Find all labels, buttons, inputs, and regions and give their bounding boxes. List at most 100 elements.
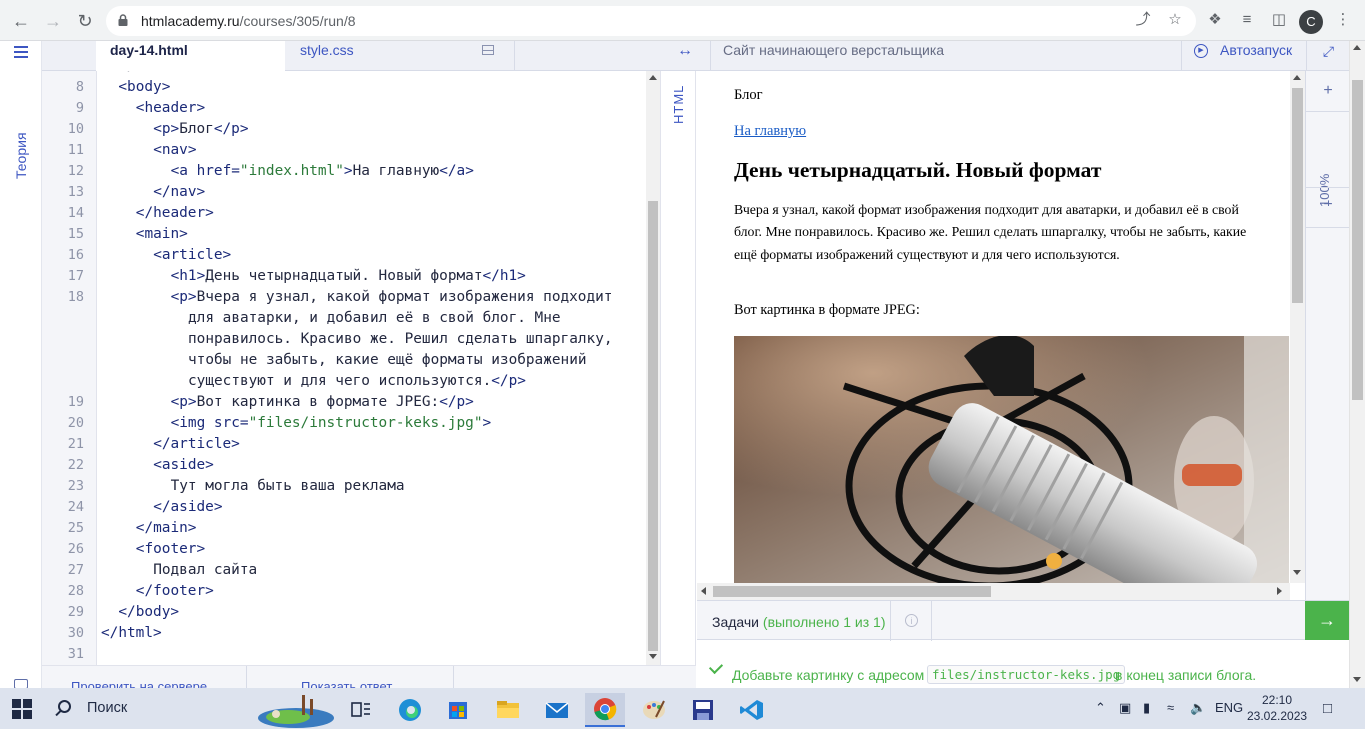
preview-horizontal-scrollbar[interactable] [697, 583, 1290, 600]
show-answer-button[interactable]: Показать ответ [247, 666, 454, 694]
code-line: <h1>День четырнадцатый. Новый формат</h1… [170, 268, 526, 284]
camera-icon[interactable]: ▣ [1119, 700, 1131, 716]
editor-scrollbar[interactable] [646, 71, 660, 665]
language-indicator[interactable]: ENG [1215, 700, 1243, 715]
code-line: чтобы не забыть, какие ещё форматы изобр… [188, 352, 587, 368]
next-arrow-button[interactable]: → [1305, 601, 1349, 640]
search-highlight-illustration [258, 695, 334, 728]
line-number: 25 [67, 520, 84, 536]
notification-icon[interactable]: □ [1323, 700, 1332, 717]
tray-chevron-icon[interactable]: ⌃ [1095, 700, 1106, 716]
line-number: 16 [67, 247, 84, 263]
windows-start-icon[interactable] [12, 699, 32, 719]
more-menu-icon[interactable]: ⋮ [1334, 11, 1352, 29]
volume-icon[interactable]: 🔈 [1190, 700, 1206, 716]
lock-icon [118, 14, 128, 26]
taskbar-search[interactable]: Поиск [48, 688, 248, 729]
preview-frame: Блог На главную День четырнадцатый. Новы… [697, 71, 1290, 583]
file-explorer-icon[interactable] [488, 693, 528, 727]
resize-handle-icon[interactable]: ↔ [660, 41, 710, 71]
preview-vertical-scrollbar[interactable] [1290, 71, 1305, 583]
code-line: </html> [101, 625, 162, 641]
autorun-label: Автозапуск [1220, 42, 1293, 58]
share-icon[interactable]: ⤴ [1134, 11, 1152, 29]
extensions-puzzle-icon[interactable]: ❖ [1206, 11, 1224, 29]
line-number: 19 [67, 394, 84, 410]
line-number: 21 [67, 436, 84, 452]
zoom-in-button[interactable]: + [1306, 71, 1350, 111]
code-line: <nav> [153, 142, 197, 158]
preview-blog-text: Блог [734, 87, 763, 103]
side-panel-icon[interactable]: ◫ [1270, 11, 1288, 29]
scroll-right-arrow-icon[interactable] [1277, 587, 1282, 595]
line-number: 13 [67, 184, 84, 200]
paint-palette-icon[interactable] [634, 693, 674, 727]
os-taskbar: Поиск ⌃ ▣ ▮ ≈ 🔈 ENG 22:10 23.02.2023 □ [0, 688, 1365, 729]
back-arrow-icon[interactable]: ← [8, 8, 34, 34]
code-line: </aside> [153, 499, 223, 515]
mail-icon[interactable] [537, 693, 577, 727]
edge-browser-icon[interactable] [390, 693, 430, 727]
task-view-icon[interactable] [340, 693, 380, 727]
code-editor[interactable]: </head><body><header><p>Блог</p><nav><a … [96, 71, 646, 665]
microsoft-store-icon[interactable] [438, 693, 478, 727]
scroll-down-arrow-icon[interactable] [649, 654, 657, 659]
line-number: 31 [67, 646, 84, 662]
tasks-label: Задачи (выполнено 1 из 1) [712, 614, 885, 630]
scrollbar-thumb[interactable] [1292, 88, 1303, 303]
tab-day-14-html[interactable]: day-14.html [96, 41, 285, 71]
wifi-icon[interactable]: ≈ [1167, 700, 1174, 715]
forward-arrow-icon[interactable]: → [40, 8, 66, 34]
scroll-down-arrow-icon[interactable] [1293, 570, 1301, 575]
save-disk-icon[interactable] [683, 693, 723, 727]
scroll-up-arrow-icon[interactable] [1293, 75, 1301, 80]
scroll-down-arrow-icon[interactable] [1353, 677, 1361, 682]
info-button[interactable]: i [890, 601, 932, 641]
browser-toolbar: ← → ↻ htmlacademy.ru/courses/305/run/8 ⤴… [0, 0, 1365, 41]
split-view-icon[interactable] [482, 45, 494, 55]
preview-home-link[interactable]: На главную [734, 123, 806, 140]
tasks-bar[interactable]: Задачи (выполнено 1 из 1) i [697, 600, 1349, 641]
search-label: Поиск [87, 700, 128, 716]
code-line: <img src="files/instructor-keks.jpg"> [170, 415, 492, 431]
line-number: 18 [67, 289, 84, 305]
line-number-gutter: 8 9 10 11 12 13 14 15 16 17 18 19 20 21 22 23 24 25 26 27 28… [42, 71, 96, 665]
panel-divider[interactable]: HTML [660, 71, 696, 665]
reload-icon[interactable]: ↻ [72, 8, 98, 34]
autorun-icon: ▶ [1194, 44, 1208, 58]
address-bar[interactable]: htmlacademy.ru/courses/305/run/8 [106, 6, 1196, 36]
scrollbar-thumb[interactable] [1352, 80, 1363, 400]
page-scrollbar[interactable] [1349, 41, 1365, 688]
scroll-up-arrow-icon[interactable] [649, 75, 657, 80]
scrollbar-thumb[interactable] [713, 586, 991, 597]
scrollbar-thumb[interactable] [648, 201, 658, 651]
code-line: Подвал сайта [153, 562, 258, 578]
battery-icon[interactable]: ▮ [1143, 700, 1150, 716]
scroll-left-arrow-icon[interactable] [701, 587, 706, 595]
menu-icon[interactable] [14, 46, 28, 58]
code-line: <aside> [153, 457, 214, 473]
tab-style-css[interactable]: style.css [285, 41, 515, 71]
scroll-up-arrow-icon[interactable] [1353, 45, 1361, 50]
preview-title: Сайт начинающего верстальщика [723, 42, 945, 58]
system-clock[interactable]: 22:10 23.02.2023 [1247, 692, 1307, 724]
zoom-out-button[interactable]: − [1306, 185, 1350, 225]
line-number: 28 [67, 583, 84, 599]
zoom-level-display: 100% [1306, 112, 1350, 207]
check-icon [708, 659, 724, 675]
expand-icon[interactable]: ⤢ [1306, 41, 1350, 71]
task-item: Добавьте картинку с адресом files/instru… [697, 659, 1349, 688]
profile-avatar[interactable]: C [1299, 10, 1323, 34]
line-number: 11 [67, 142, 84, 158]
check-on-server-button[interactable]: Проверить на сервере [42, 666, 247, 694]
chrome-browser-icon[interactable] [585, 693, 625, 727]
line-number: 20 [67, 415, 84, 431]
tasks-title: Задачи [712, 614, 760, 630]
vscode-icon[interactable] [732, 693, 772, 727]
code-line: <header> [135, 100, 206, 116]
bookmark-star-icon[interactable]: ☆ [1166, 11, 1184, 29]
autorun-toggle[interactable]: ▶ Автозапуск [1181, 41, 1306, 71]
code-line: <p>Блог</p> [153, 121, 249, 137]
media-queue-icon[interactable]: ≡ [1238, 11, 1256, 29]
tab-label: style.css [300, 42, 354, 58]
